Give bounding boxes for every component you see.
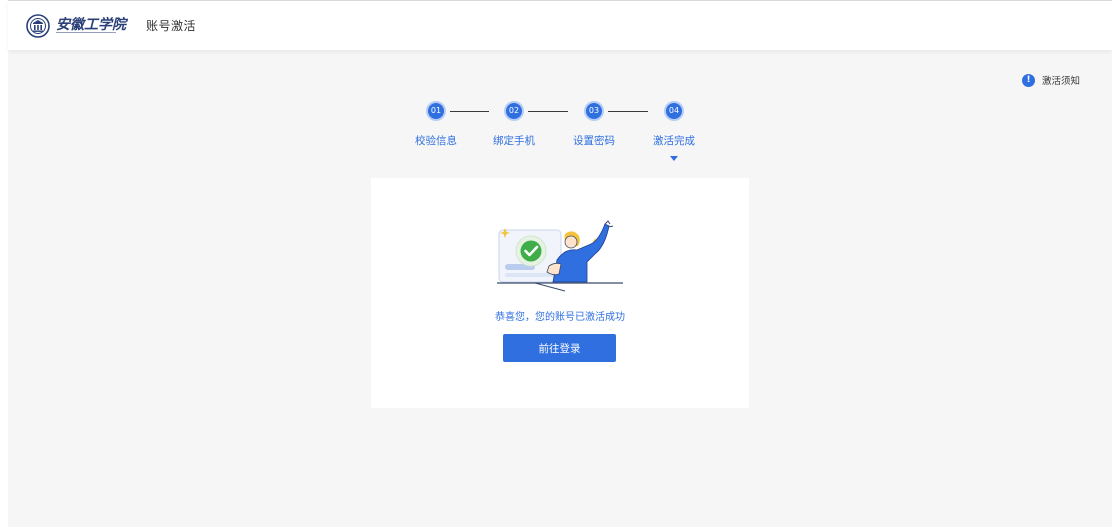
- school-seal-icon: [26, 13, 50, 38]
- svg-text:安徽工学院: 安徽工学院: [56, 16, 128, 33]
- step-connector-3: [608, 111, 648, 112]
- window-edge: [0, 0, 8, 527]
- step-1-label: 校验信息: [415, 135, 457, 147]
- step-4-label: 激活完成: [653, 135, 695, 147]
- step-2-circle: 02: [504, 101, 524, 121]
- school-logo[interactable]: 安徽工学院: [26, 13, 128, 38]
- page-title: 账号激活: [146, 19, 197, 33]
- current-step-caret-icon: [670, 156, 678, 161]
- step-connector-2: [528, 111, 568, 112]
- go-to-login-button[interactable]: 前往登录: [503, 334, 616, 362]
- step-3-label: 设置密码: [573, 135, 615, 147]
- success-message: 恭喜您，您的账号已激活成功: [495, 312, 625, 323]
- top-header: 安徽工学院 账号激活: [8, 0, 1112, 50]
- activation-notice-link[interactable]: ! 激活须知: [1022, 73, 1080, 87]
- step-4-circle: 04: [664, 101, 684, 121]
- result-card: 恭喜您，您的账号已激活成功 前往登录: [371, 178, 749, 408]
- step-3-circle: 03: [584, 101, 604, 121]
- step-connector-1: [450, 111, 489, 112]
- info-icon: !: [1022, 73, 1035, 87]
- step-2-label: 绑定手机: [493, 135, 535, 147]
- step-1-circle: 01: [426, 101, 446, 121]
- page: 安徽工学院 账号激活 ! 激活须知 01 02 03 04 校验信息 绑定手机 …: [0, 0, 1112, 527]
- success-illustration: [497, 220, 623, 292]
- activation-notice-label: 激活须知: [1042, 76, 1081, 87]
- school-name-logotype: 安徽工学院: [56, 16, 128, 33]
